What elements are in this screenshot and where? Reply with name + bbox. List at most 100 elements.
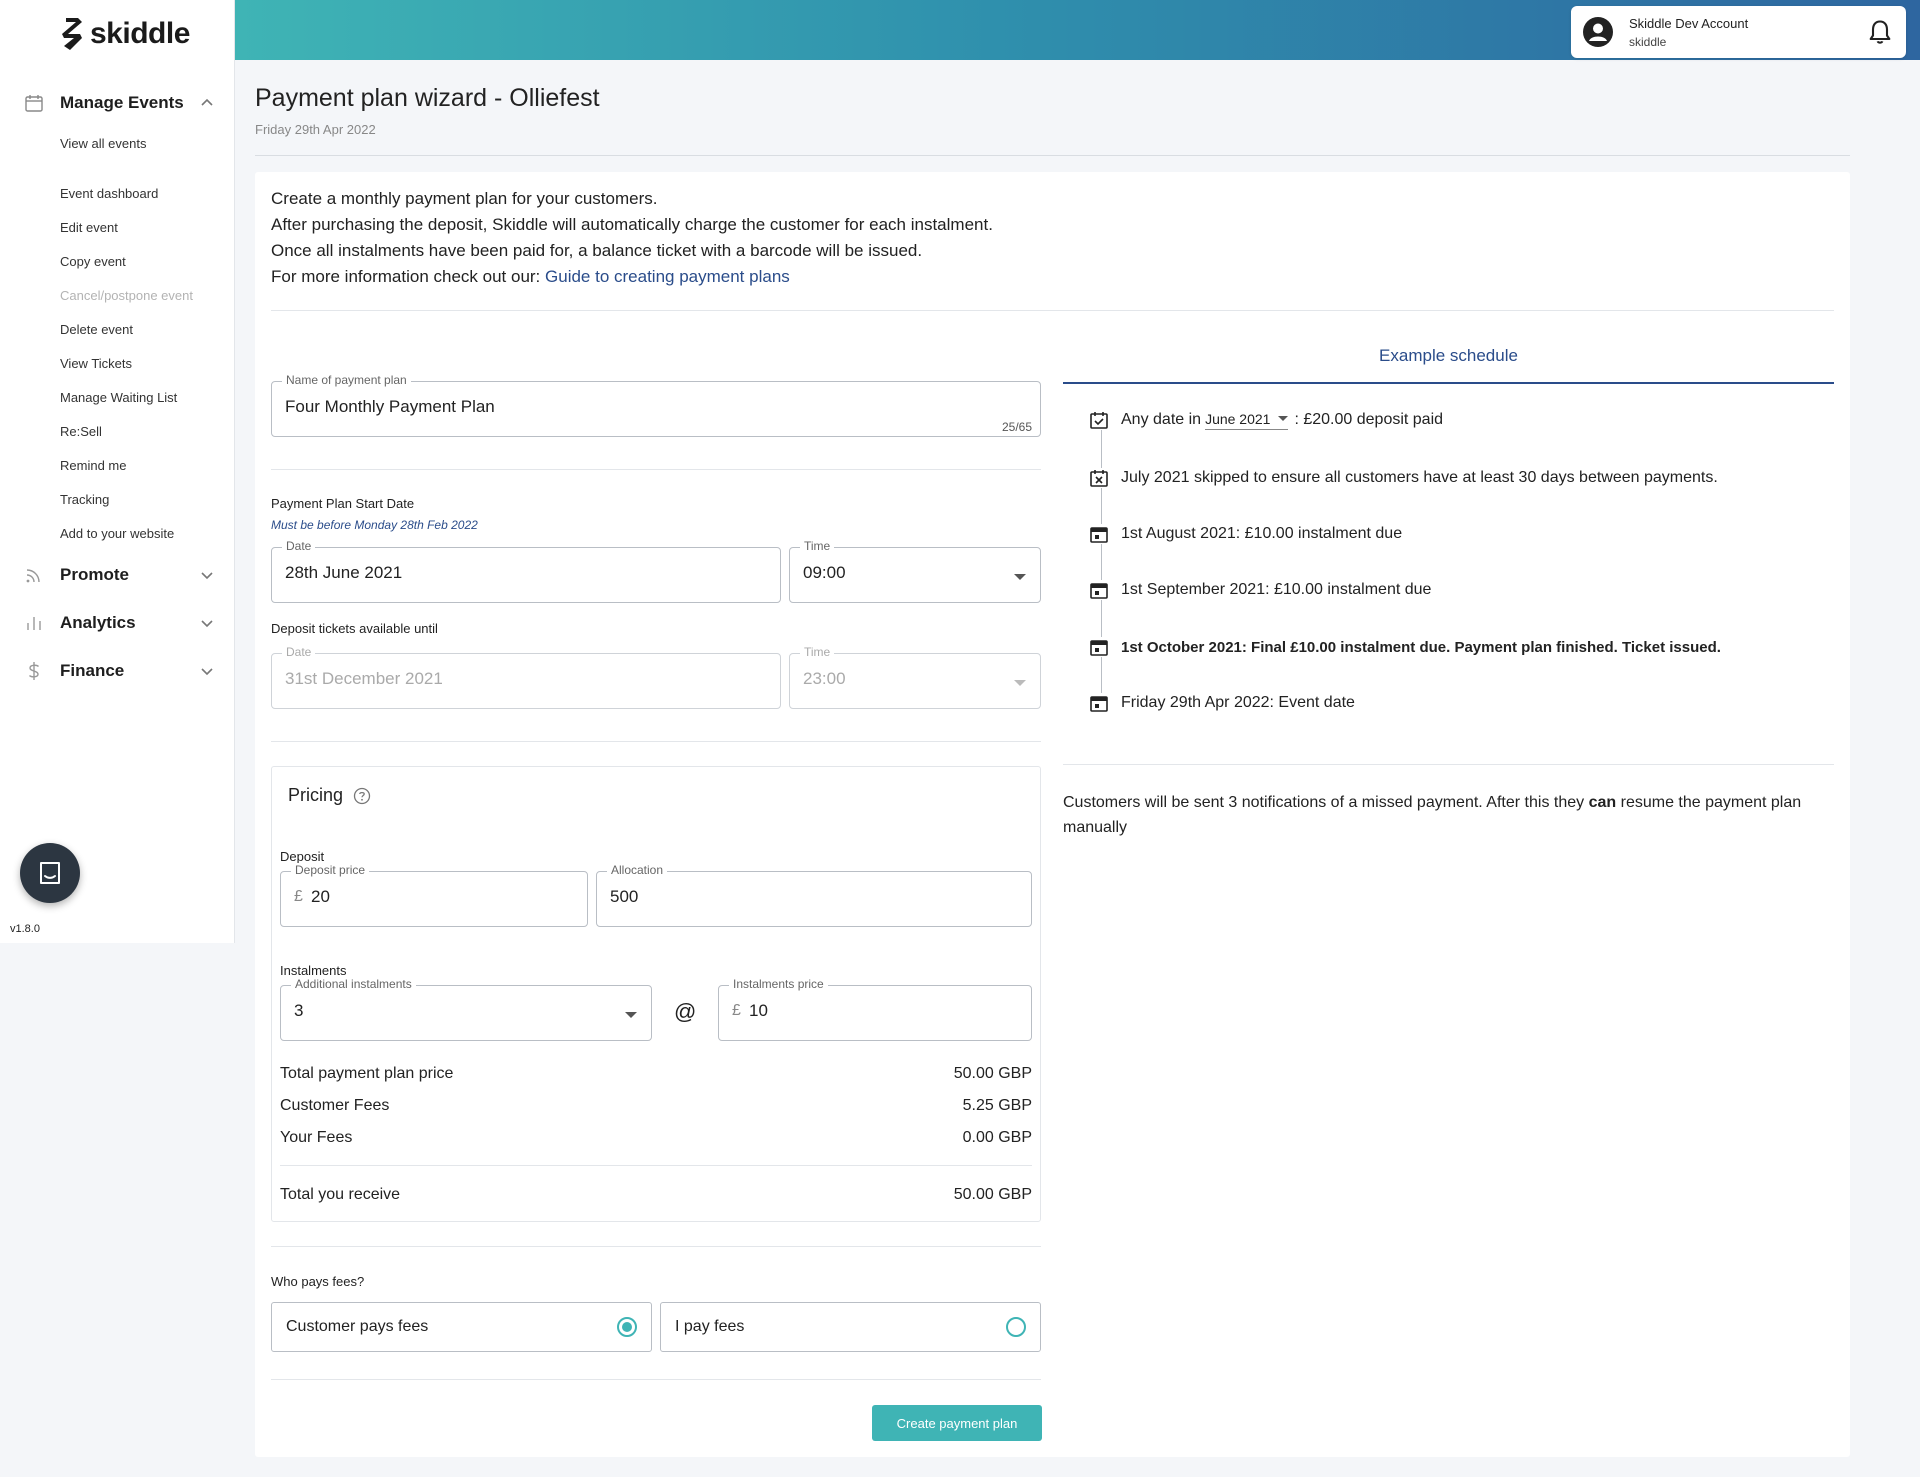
- pricing-panel: Pricing Deposit Deposit price £ 20 Alloc…: [271, 766, 1041, 1222]
- divider: [271, 469, 1041, 470]
- dollar-icon: [28, 662, 40, 680]
- chevron-down-icon: [201, 668, 213, 676]
- guide-link[interactable]: Guide to creating payment plans: [545, 267, 790, 286]
- sidebar-section-finance[interactable]: Finance: [24, 658, 214, 684]
- field-value: 28th June 2021: [285, 563, 403, 582]
- sidebar-section-label: Manage Events: [60, 93, 184, 112]
- price-row-value: 5.25 GBP: [962, 1097, 1032, 1114]
- field-value: 10: [749, 1001, 768, 1020]
- caret-down-icon: [625, 1012, 637, 1018]
- help-icon[interactable]: [353, 787, 371, 805]
- chevron-down-icon: [201, 620, 213, 628]
- price-row-value: 50.00 GBP: [953, 1065, 1032, 1082]
- start-date-hint: Must be before Monday 28th Feb 2022: [271, 518, 478, 532]
- currency-prefix: £: [732, 1002, 741, 1019]
- schedule-item-event-date: Friday 29th Apr 2022: Event date: [1089, 693, 1355, 713]
- instalment-price-input[interactable]: Instalments price £ 10: [718, 977, 1032, 1041]
- sidebar-item-tracking[interactable]: Tracking: [60, 492, 109, 507]
- pricing-title-text: Pricing: [288, 785, 344, 805]
- account-menu[interactable]: Skiddle Dev Account skiddle: [1571, 6, 1906, 58]
- intro-line: After purchasing the deposit, Skiddle wi…: [271, 215, 993, 234]
- sidebar-section-promote[interactable]: Promote: [24, 562, 214, 588]
- chevron-up-icon: [201, 98, 213, 106]
- divider: [271, 1379, 1041, 1380]
- schedule-item-deposit: Any date in June 2021 : £20.00 deposit p…: [1089, 410, 1443, 430]
- schedule-item: July 2021 skipped to ensure all customer…: [1089, 468, 1718, 488]
- schedule-text: 1st October 2021: Final £10.00 instalmen…: [1121, 638, 1721, 656]
- intro-line-prefix: For more information check out our:: [271, 267, 541, 286]
- additional-instalments-select[interactable]: Additional instalments 3: [280, 977, 652, 1041]
- schedule-tab-title[interactable]: Example schedule: [1063, 346, 1834, 366]
- account-username: skiddle: [1629, 34, 1667, 49]
- price-row-label: Total payment plan price: [280, 1065, 454, 1082]
- plan-name-input[interactable]: Name of payment plan Four Monthly Paymen…: [271, 373, 1041, 437]
- sidebar-item-resell[interactable]: Re:Sell: [60, 424, 102, 439]
- divider: [271, 310, 1834, 311]
- logo[interactable]: skiddle: [60, 14, 190, 54]
- version-label: v1.8.0: [10, 923, 40, 935]
- deposit-until-date-field: Date 31st December 2021: [271, 645, 781, 709]
- calendar-icon: [1089, 580, 1109, 600]
- intro-line: Once all instalments have been paid for,…: [271, 241, 923, 260]
- field-label: Deposit price: [291, 863, 370, 877]
- field-value: 3: [294, 1001, 304, 1020]
- calendar-x-icon: [1089, 468, 1109, 488]
- divider: [271, 1246, 1041, 1247]
- start-date-section-label: Payment Plan Start Date: [271, 496, 415, 511]
- timeline-connector: [1101, 422, 1102, 707]
- chat-button[interactable]: [20, 843, 80, 903]
- bell-icon[interactable]: [1866, 18, 1894, 46]
- calendar-icon: [25, 95, 43, 112]
- field-value: 20: [311, 887, 330, 906]
- price-row: Your Fees 0.00 GBP: [280, 1129, 1032, 1147]
- sidebar-section-label: Analytics: [60, 613, 136, 632]
- field-label: Date: [282, 645, 316, 659]
- note-text: Customers will be sent 3 notifications o…: [1063, 794, 1585, 811]
- sidebar-item-edit-event[interactable]: Edit event: [60, 220, 118, 235]
- sidebar-item-add-to-website[interactable]: Add to your website: [60, 526, 174, 541]
- total-value: 50.00 GBP: [953, 1186, 1032, 1203]
- caret-down-icon: [1278, 416, 1289, 421]
- month-select[interactable]: June 2021: [1205, 411, 1289, 430]
- note-emphasis: can: [1588, 794, 1617, 811]
- deposit-until-time-select: Time 23:00: [789, 645, 1041, 709]
- skiddle-logo-icon: [62, 18, 82, 50]
- radio-unchecked-icon[interactable]: [1006, 1317, 1026, 1337]
- divider: [280, 1165, 1032, 1166]
- schedule-prefix: Any date in: [1121, 411, 1202, 428]
- i-pay-fees-option[interactable]: I pay fees: [660, 1302, 1041, 1352]
- user-avatar-icon: [1583, 17, 1613, 47]
- sidebar-item-manage-waiting-list[interactable]: Manage Waiting List: [60, 390, 177, 405]
- field-value: 09:00: [803, 563, 846, 582]
- currency-prefix: £: [294, 888, 303, 905]
- sidebar-section-manage-events[interactable]: Manage Events: [24, 90, 214, 116]
- sidebar-section-analytics[interactable]: Analytics: [24, 610, 214, 636]
- radio-checked-icon[interactable]: [617, 1317, 637, 1337]
- fees-question: Who pays fees?: [271, 1274, 365, 1289]
- field-label: Time: [800, 539, 835, 553]
- start-time-select[interactable]: Time 09:00: [789, 539, 1041, 603]
- intro-text: Create a monthly payment plan for your c…: [271, 186, 993, 290]
- field-label: Date: [282, 539, 316, 553]
- sidebar-item-view-all-events[interactable]: View all events: [60, 136, 146, 151]
- deposit-price-input[interactable]: Deposit price £ 20: [280, 863, 588, 927]
- start-date-field[interactable]: Date 28th June 2021: [271, 539, 781, 603]
- schedule-item: 1st August 2021: £10.00 instalment due: [1089, 524, 1402, 544]
- customer-pays-fees-option[interactable]: Customer pays fees: [271, 1302, 652, 1352]
- price-row-label: Your Fees: [280, 1129, 353, 1146]
- calendar-icon: [1089, 524, 1109, 544]
- divider: [255, 155, 1850, 156]
- divider: [1063, 764, 1834, 765]
- schedule-text: 1st September 2021: £10.00 instalment du…: [1121, 581, 1432, 598]
- allocation-input[interactable]: Allocation 500: [596, 863, 1032, 927]
- sidebar-item-event-dashboard[interactable]: Event dashboard: [60, 186, 158, 201]
- sidebar-item-delete-event[interactable]: Delete event: [60, 322, 133, 337]
- sidebar-item-view-tickets[interactable]: View Tickets: [60, 356, 132, 371]
- sidebar-item-copy-event[interactable]: Copy event: [60, 254, 126, 269]
- create-payment-plan-button[interactable]: Create payment plan: [872, 1405, 1042, 1441]
- price-row: Customer Fees 5.25 GBP: [280, 1097, 1032, 1115]
- sidebar-item-remind-me[interactable]: Remind me: [60, 458, 126, 473]
- pricing-title: Pricing: [288, 785, 371, 806]
- instalments-label: Instalments: [280, 963, 347, 978]
- intro-line: Create a monthly payment plan for your c…: [271, 189, 658, 208]
